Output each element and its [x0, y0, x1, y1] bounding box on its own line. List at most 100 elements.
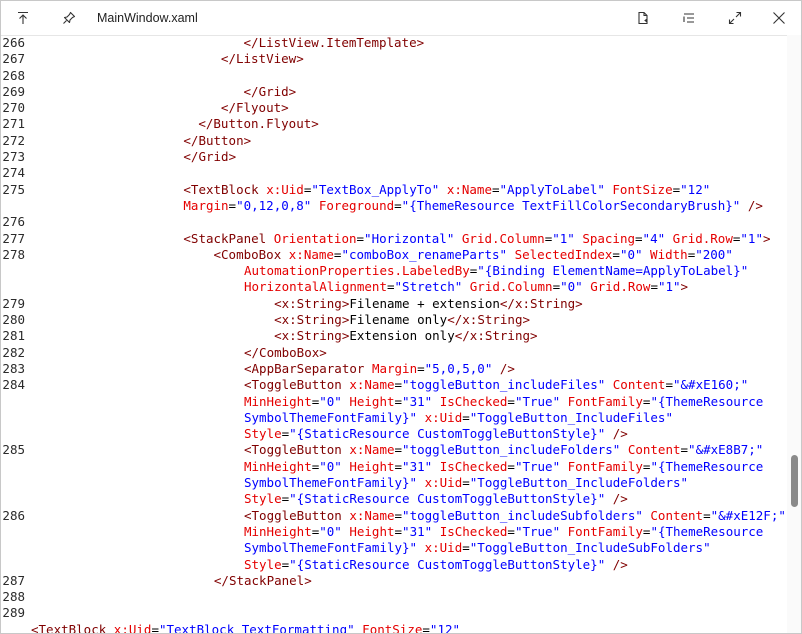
close-button[interactable] [763, 1, 795, 35]
code-token: SelectedIndex [514, 246, 613, 262]
code-token: x:String [281, 328, 342, 344]
code-token: "{Binding ElementName=ApplyToLabel}" [477, 263, 749, 279]
code-token: = [507, 523, 515, 539]
code-line: 268 [1, 68, 787, 84]
code-token: "31" [402, 393, 433, 409]
code-token: = [635, 230, 643, 246]
code-text: MinHeight="0" Height="31" IsChecked="Tru… [214, 459, 763, 475]
code-line: 271 </Button.Flyout> [1, 116, 787, 132]
code-token: "{ThemeResource [650, 458, 764, 474]
code-token: Spacing [582, 230, 636, 246]
pin-button[interactable] [53, 1, 85, 35]
code-line: 285 <ToggleButton x:Name="toggleButton_i… [1, 442, 787, 458]
code-token: > [228, 149, 237, 165]
code-token: StackPanel [228, 572, 305, 588]
code-token: = [394, 377, 403, 393]
line-number: 269 [2, 83, 25, 99]
code-token: = [394, 523, 403, 539]
code-token: </ [454, 328, 470, 344]
code-token: = [507, 458, 515, 474]
code-line: Style="{StaticResource CustomToggleButto… [1, 491, 787, 507]
code-token: </ [499, 295, 515, 311]
code-token: SymbolThemeFontFamily}" [243, 475, 418, 491]
code-token: = [612, 246, 620, 262]
code-token: Margin [371, 360, 418, 376]
code-token: ToggleButton [251, 442, 350, 458]
code-text: Style="{StaticResource CustomToggleButto… [214, 557, 628, 573]
code-token: Content [650, 507, 704, 523]
code-token: "0" [319, 458, 342, 474]
code-token: ToggleButton [251, 507, 350, 523]
expand-button[interactable] [719, 1, 751, 35]
code-token: Extension only [349, 328, 455, 344]
code-token: IsChecked [439, 458, 508, 474]
code-token: </ [243, 83, 259, 99]
code-token: > [680, 279, 689, 295]
code-token: "31" [402, 523, 433, 539]
code-text: <x:String>Filename + extension</x:String… [214, 296, 583, 312]
code-text: </ListView.ItemTemplate> [176, 35, 425, 51]
code-token: x:String [281, 312, 342, 328]
code-token: < [213, 246, 222, 262]
code-text: </StackPanel> [214, 573, 312, 589]
line-number: 266 [2, 35, 25, 50]
code-token: "{StaticResource CustomToggleButtonStyle… [289, 491, 606, 507]
code-token: > [304, 572, 312, 588]
code-token: Width [650, 246, 688, 262]
code-token: Grid.Column [469, 279, 553, 295]
list-icon [682, 11, 696, 25]
window-title: MainWindow.xaml [97, 11, 198, 25]
code-token: "{ThemeResource [650, 393, 764, 409]
outline-button[interactable] [673, 1, 705, 35]
code-text: SymbolThemeFontFamily}" x:Uid="ToggleBut… [214, 540, 711, 556]
code-token: "1" [740, 230, 763, 246]
code-token: FontSize [612, 181, 673, 197]
code-text: <StackPanel Orientation="Horizontal" Gri… [183, 231, 770, 247]
open-in-app-button[interactable] [627, 1, 659, 35]
line-number: 268 [2, 67, 25, 83]
code-line: 273 </Grid> [1, 149, 787, 165]
code-text: <ToggleButton x:Name="toggleButton_inclu… [214, 508, 786, 524]
code-token: Foreground [318, 197, 395, 213]
vertical-scrollbar[interactable] [787, 35, 801, 633]
code-token: IsChecked [439, 393, 508, 409]
code-token: "0" [319, 523, 342, 539]
code-token: MinHeight [243, 393, 312, 409]
code-token: = [552, 279, 561, 295]
always-on-top-button[interactable] [7, 1, 39, 35]
code-token: Flyout [235, 100, 282, 116]
code-editor[interactable]: 266 </ListView.ItemTemplate> 267 </ListVi… [1, 35, 787, 633]
code-token: x:Uid [266, 181, 304, 197]
code-token: "{StaticResource CustomToggleButtonStyle… [289, 556, 606, 572]
code-token: /> [605, 556, 628, 572]
code-token: > [416, 35, 425, 50]
line-number: 282 [2, 344, 25, 360]
line-number: 275 [2, 181, 25, 197]
code-token: Height [349, 458, 395, 474]
code-line: 269 </Grid> [1, 84, 787, 100]
code-token: "ApplyToLabel" [499, 181, 605, 197]
code-token: SymbolThemeFontFamily}" [243, 540, 418, 556]
code-token: = [462, 475, 470, 491]
code-token: "True" [514, 393, 561, 409]
code-token: "12" [429, 621, 461, 633]
code-text: <ComboBox x:Name="comboBox_renameParts" … [183, 246, 733, 263]
scrollbar-thumb[interactable] [791, 455, 798, 507]
code-token: Grid.Column [461, 230, 545, 246]
code-line: 282 </ComboBox> [1, 345, 787, 361]
title-bar: MainWindow.xaml [1, 1, 801, 36]
code-text: <TextBlock x:Uid="TextBlock_TextFormatti… [31, 622, 460, 633]
line-number: 288 [2, 589, 25, 605]
code-token: x:Uid [424, 540, 463, 556]
code-line: SymbolThemeFontFamily}" x:Uid="ToggleBut… [1, 475, 787, 491]
